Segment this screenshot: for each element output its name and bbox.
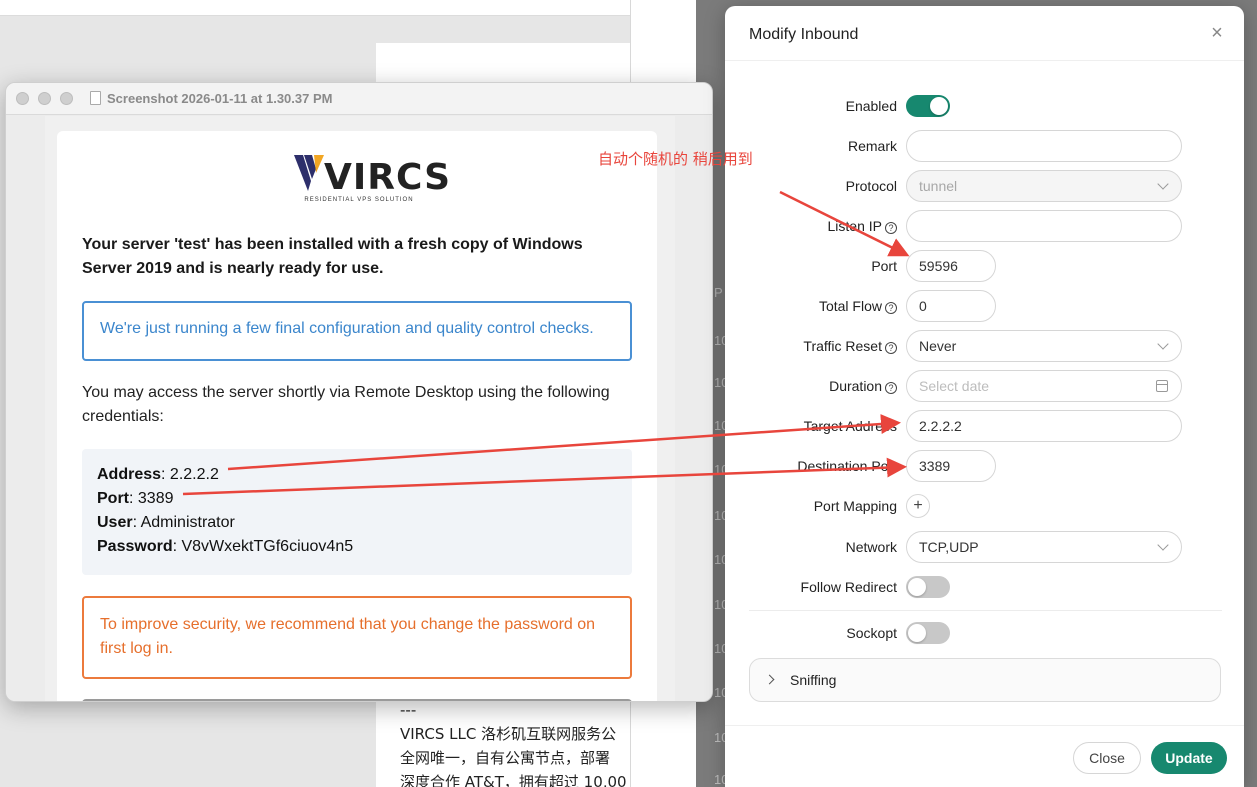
total-flow-label: Total Flow? (819, 298, 897, 314)
follow-redirect-toggle[interactable] (906, 576, 950, 598)
traffic-reset-select[interactable]: Never (906, 330, 1182, 362)
destination-port-label: Destination Port (797, 458, 897, 474)
help-icon[interactable]: ? (885, 342, 897, 354)
chevron-down-icon (1157, 338, 1169, 350)
vircs-logo: VIRCS RESIDENTIAL VPS SOLUTION (294, 153, 450, 209)
credential-address: Address: 2.2.2.2 (97, 466, 219, 483)
row-sockopt: Sockopt (725, 617, 1244, 649)
modal-header-divider (725, 60, 1244, 61)
close-button[interactable]: Close (1073, 742, 1141, 774)
row-listen-ip: Listen IP? (725, 210, 1244, 242)
sockopt-toggle[interactable] (906, 622, 950, 644)
footer-line: 全网唯一，自有公寓节点，部署 (400, 749, 611, 767)
follow-redirect-label: Follow Redirect (800, 579, 897, 595)
protocol-label: Protocol (845, 178, 897, 194)
row-protocol: Protocol tunnel (725, 170, 1244, 202)
protocol-select[interactable]: tunnel (906, 170, 1182, 202)
modify-inbound-modal: Modify Inbound × Enabled Remark Protocol… (725, 6, 1244, 787)
duration-date-picker[interactable]: Select date (906, 370, 1182, 402)
footer-line: 深度合作 AT&T，拥有超过 10,00 (400, 773, 627, 787)
add-port-mapping-button[interactable]: + (906, 494, 930, 518)
duration-label: Duration? (829, 378, 897, 394)
email-heading: Your server 'test' has been installed wi… (82, 236, 583, 277)
logo-wordmark: VIRCS (324, 157, 451, 198)
section-divider (749, 610, 1222, 611)
preview-content: VIRCS RESIDENTIAL VPS SOLUTION Your serv… (6, 116, 712, 701)
modal-footer-divider (725, 725, 1244, 726)
footer-line: VIRCS LLC 洛杉矶互联网服务公 (400, 725, 617, 743)
window-close-dot[interactable] (16, 92, 29, 105)
credential-port: Port: 3389 (97, 490, 174, 507)
port-input[interactable] (906, 250, 996, 282)
total-flow-input[interactable] (906, 290, 996, 322)
preview-window: Screenshot 2026-01-11 at 1.30.37 PM VIRC… (5, 82, 713, 702)
credentials-box: Address: 2.2.2.2 Port: 3389 User: Admini… (82, 449, 632, 575)
target-address-label: Target Address (803, 418, 897, 434)
target-address-input[interactable] (906, 410, 1182, 442)
chevron-down-icon (1157, 178, 1169, 190)
chevron-down-icon (1157, 539, 1169, 551)
row-target-address: Target Address (725, 410, 1244, 442)
preview-titlebar: Screenshot 2026-01-11 at 1.30.37 PM (6, 83, 712, 115)
chevron-right-icon (764, 674, 775, 685)
background-window-topbar (0, 0, 630, 16)
protocol-value: tunnel (919, 178, 958, 194)
sniffing-label: Sniffing (790, 672, 837, 688)
vircs-logo-icon (294, 155, 324, 191)
sockopt-label: Sockopt (846, 625, 897, 641)
destination-port-input[interactable] (906, 450, 996, 482)
help-icon[interactable]: ? (885, 222, 897, 234)
duration-placeholder: Select date (919, 378, 990, 394)
row-port: Port (725, 250, 1244, 282)
row-network: Network TCP,UDP (725, 531, 1244, 563)
panel-row-text: P (714, 285, 723, 300)
calendar-icon (1156, 380, 1168, 392)
sniffing-collapse[interactable]: Sniffing (749, 658, 1221, 702)
annotation-note: 自动个随机的 稍后用到 (598, 150, 753, 168)
toggle-knob (908, 578, 926, 596)
traffic-reset-label: Traffic Reset? (803, 338, 897, 354)
background-email-footer: --- VIRCS LLC 洛杉矶互联网服务公 全网唯一，自有公寓节点，部署 深… (400, 698, 630, 787)
remark-input[interactable] (906, 130, 1182, 162)
port-mapping-label: Port Mapping (813, 498, 897, 514)
update-button[interactable]: Update (1151, 742, 1227, 774)
notice-gray-partial (82, 699, 632, 701)
row-follow-redirect: Follow Redirect (725, 571, 1244, 603)
row-duration: Duration? Select date (725, 370, 1244, 402)
row-port-mapping: Port Mapping + (725, 490, 1244, 522)
listen-ip-input[interactable] (906, 210, 1182, 242)
row-traffic-reset: Traffic Reset? Never (725, 330, 1244, 362)
email-body: VIRCS RESIDENTIAL VPS SOLUTION Your serv… (57, 131, 657, 701)
window-minimize-dot[interactable] (38, 92, 51, 105)
modal-title: Modify Inbound (749, 26, 859, 43)
credential-password: Password: V8vWxektTGf6ciuov4n5 (97, 538, 354, 555)
help-icon[interactable]: ? (885, 302, 897, 314)
access-instructions: You may access the server shortly via Re… (82, 384, 610, 425)
credential-user: User: Administrator (97, 514, 235, 531)
network-value: TCP,UDP (919, 539, 979, 555)
row-destination-port: Destination Port (725, 450, 1244, 482)
notice-blue: We're just running a few final configura… (82, 301, 632, 361)
listen-ip-label: Listen IP? (828, 218, 897, 234)
enabled-toggle[interactable] (906, 95, 950, 117)
document-icon (90, 91, 101, 105)
toggle-knob (930, 97, 948, 115)
enabled-label: Enabled (845, 98, 897, 114)
port-label: Port (871, 258, 897, 274)
logo-tagline: RESIDENTIAL VPS SOLUTION (304, 197, 414, 203)
traffic-reset-value: Never (919, 338, 957, 354)
remark-label: Remark (847, 138, 897, 154)
help-icon[interactable]: ? (885, 382, 897, 394)
toggle-knob (908, 624, 926, 642)
network-select[interactable]: TCP,UDP (906, 531, 1182, 563)
preview-window-title: Screenshot 2026-01-11 at 1.30.37 PM (107, 91, 333, 106)
row-remark: Remark (725, 130, 1244, 162)
window-zoom-dot[interactable] (60, 92, 73, 105)
network-label: Network (845, 539, 897, 555)
row-total-flow: Total Flow? (725, 290, 1244, 322)
row-enabled: Enabled (725, 90, 1244, 122)
modal-close-icon[interactable]: × (1207, 23, 1227, 43)
notice-orange: To improve security, we recommend that y… (82, 596, 632, 679)
